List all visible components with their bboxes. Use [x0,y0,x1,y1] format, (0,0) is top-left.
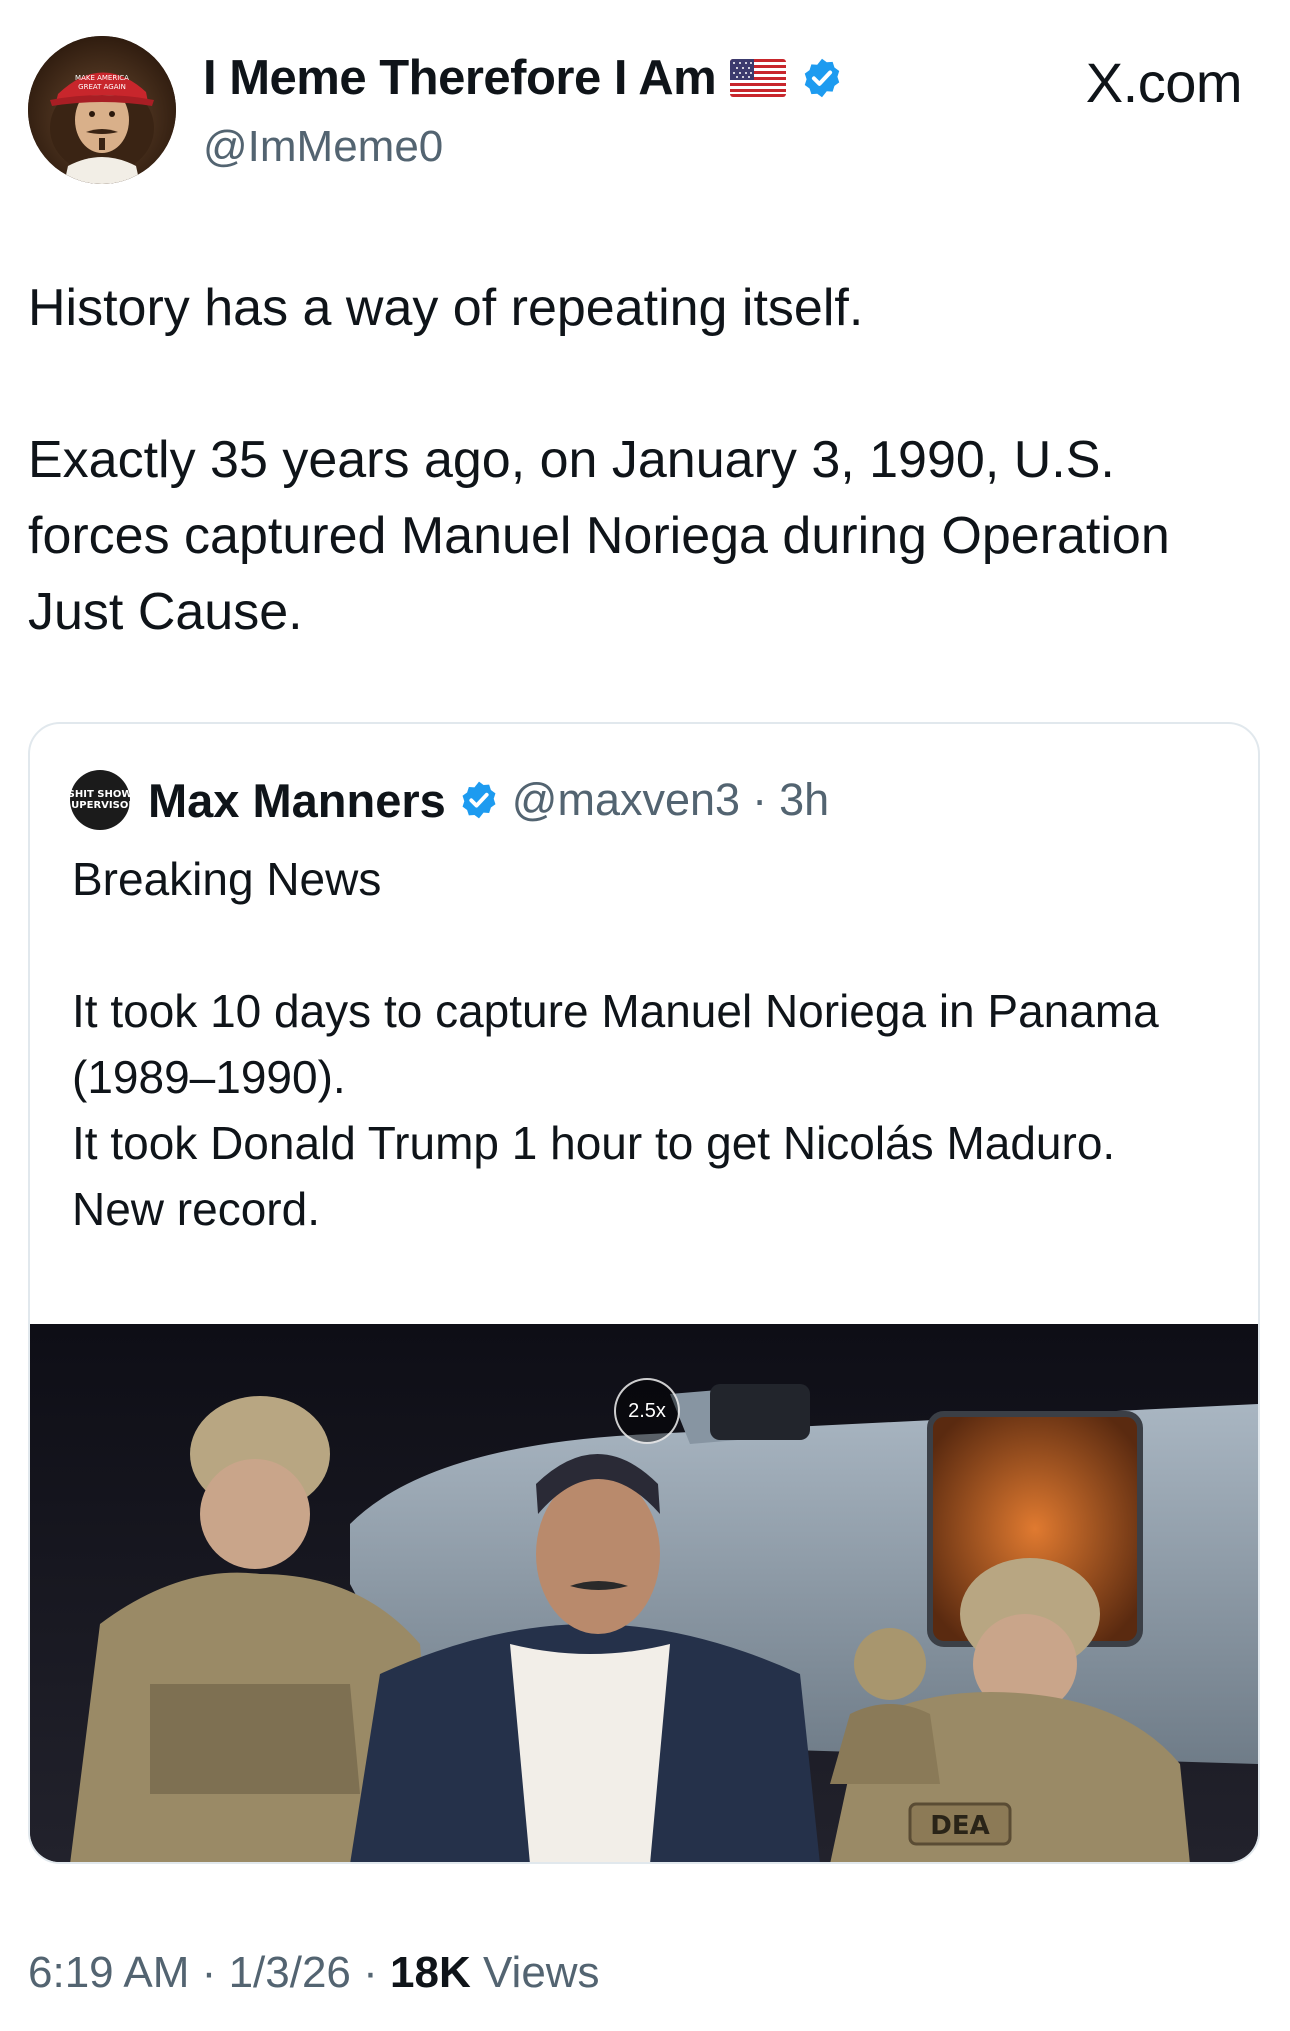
quoted-line: It took Donald Trump 1 hour to get Nicol… [72,1117,1116,1169]
author-handle[interactable]: @ImMeme0 [203,122,443,172]
tweet-date[interactable]: 1/3/26 [229,1948,351,1997]
hat-text-line2: GREAT AGAIN [78,83,126,91]
quoted-avatar-text-line1: SHIT SHOW [67,789,133,800]
quoted-tweet-header: SHIT SHOW SUPERVISOR Max Manners @maxven… [64,770,829,830]
tweet-paragraph: Exactly 35 years ago, on January 3, 1990… [28,431,1170,641]
dea-patch-text: DEA [930,1811,989,1841]
quoted-avatar-text-line2: SUPERVISOR [63,800,137,811]
quoted-author-handle[interactable]: @maxven3 [512,774,740,826]
quoted-timestamp[interactable]: 3h [779,774,829,826]
author-avatar[interactable]: MAKE AMERICA GREAT AGAIN [28,36,176,184]
views-label: Views [482,1948,600,1997]
meta-separator: · [201,1948,217,1997]
quoted-tweet-text: Breaking News It took 10 days to capture… [72,846,1222,1242]
author-name-row: I Meme Therefore I Am [203,50,844,106]
tweet-meta: 6:19 AM · 1/3/26 · 18K Views [28,1948,600,1998]
us-flag-icon [730,59,787,97]
quoted-author-name[interactable]: Max Manners [148,773,446,828]
views-count[interactable]: 18K [390,1948,471,1997]
quoted-line: Breaking News [72,853,382,905]
quoted-line: It took 10 days to capture Manuel Norieg… [72,985,1159,1103]
site-label-text: X.com [1085,51,1243,114]
quoted-tweet-photo[interactable]: DEA 2.5x [30,1324,1258,1862]
verified-badge-icon [458,779,500,821]
quoted-tweet-card[interactable]: SHIT SHOW SUPERVISOR Max Manners @maxven… [28,722,1260,1864]
author-display-name[interactable]: I Meme Therefore I Am [203,50,717,106]
meta-separator: · [363,1948,378,1997]
hat-text-line1: MAKE AMERICA [75,74,129,82]
tweet-time[interactable]: 6:19 AM [28,1948,189,1997]
zoom-badge[interactable]: 2.5x [614,1378,680,1444]
quoted-line: New record. [72,1183,320,1235]
tweet-header: MAKE AMERICA GREAT AGAIN I Meme Therefor… [28,36,1262,188]
tweet-text: History has a way of repeating itself. E… [28,270,1258,650]
site-label: X.com [1085,50,1243,115]
quoted-author-avatar[interactable]: SHIT SHOW SUPERVISOR [64,770,136,830]
quoted-separator: · [752,774,768,825]
tweet-paragraph: History has a way of repeating itself. [28,279,864,337]
verified-badge-icon[interactable] [800,56,844,100]
